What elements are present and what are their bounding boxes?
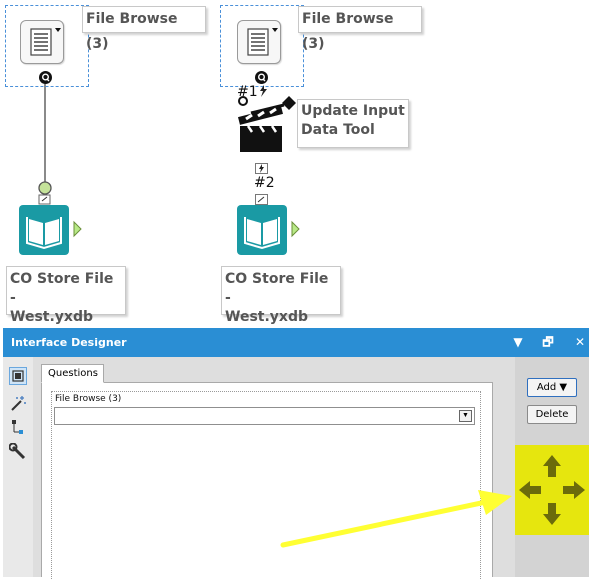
designer-content-area: Questions File Browse (3) ▼ bbox=[33, 357, 515, 579]
annotation-update-input-data: Update Input Data Tool bbox=[297, 99, 409, 148]
chevron-down-icon[interactable]: ▼ bbox=[459, 410, 472, 422]
add-button[interactable]: Add ▼ bbox=[527, 378, 577, 397]
wrench-icon[interactable] bbox=[8, 442, 27, 461]
move-arrows-icon bbox=[519, 455, 585, 525]
file-browse-tool-left[interactable] bbox=[20, 20, 64, 64]
question-anchor-icon[interactable] bbox=[38, 70, 53, 85]
move-cursor-highlight bbox=[515, 445, 589, 535]
question-frame: File Browse (3) ▼ bbox=[51, 391, 481, 579]
panel-menu-icon[interactable]: ▼ bbox=[509, 328, 527, 357]
layout-view-icon[interactable] bbox=[9, 367, 27, 385]
annotation-line-2: Data Tool bbox=[301, 122, 375, 138]
question-anchor-icon[interactable] bbox=[254, 70, 269, 85]
annotation-file-browse-right: File Browse (3) bbox=[298, 6, 422, 52]
output-data-tool-right[interactable] bbox=[237, 205, 309, 255]
interface-designer-panel: Interface Designer ▼ 🗗 ✕ Questions File … bbox=[3, 328, 589, 579]
annotation-line-2: West.yxdb bbox=[225, 309, 308, 325]
annotation-line-1: Update Input bbox=[301, 103, 405, 119]
connection-tag-2: #2 bbox=[254, 175, 275, 191]
input-connector-icon bbox=[255, 194, 268, 205]
document-icon bbox=[30, 28, 61, 56]
panel-title: Interface Designer bbox=[11, 336, 127, 349]
designer-view-toolbar bbox=[3, 357, 33, 577]
designer-button-column: Add ▼ Delete bbox=[515, 357, 589, 577]
annotation-line-1: CO Store File - bbox=[10, 271, 114, 306]
tab-questions[interactable]: Questions bbox=[41, 364, 104, 383]
document-icon bbox=[247, 28, 278, 56]
annotation-line-2: West.yxdb bbox=[10, 309, 93, 325]
panel-close-icon[interactable]: ✕ bbox=[571, 328, 589, 357]
panel-titlebar[interactable]: Interface Designer ▼ 🗗 ✕ bbox=[3, 328, 589, 357]
tree-view-icon[interactable] bbox=[9, 419, 27, 437]
input-anchor-icon[interactable] bbox=[36, 180, 56, 205]
action-tool-clapperboard-icon[interactable] bbox=[236, 96, 298, 156]
annotation-output-left: CO Store File - West.yxdb bbox=[6, 266, 126, 325]
file-browse-input[interactable]: ▼ bbox=[54, 407, 475, 425]
annotation-output-right: CO Store File - West.yxdb bbox=[221, 266, 341, 325]
panel-restore-icon[interactable]: 🗗 bbox=[539, 328, 557, 357]
questions-tab-page: File Browse (3) ▼ bbox=[41, 382, 493, 579]
file-browse-tool-right[interactable] bbox=[237, 20, 281, 64]
annotation-file-browse-left: File Browse (3) bbox=[82, 6, 206, 52]
annotation-line-1: CO Store File - bbox=[225, 271, 329, 306]
delete-button[interactable]: Delete bbox=[527, 405, 577, 424]
output-data-tool-left[interactable] bbox=[19, 205, 91, 255]
magic-wand-icon[interactable] bbox=[9, 395, 27, 413]
question-label: File Browse (3) bbox=[55, 394, 122, 404]
workflow-canvas[interactable]: File Browse (3) CO Store File - West.yxd… bbox=[0, 0, 589, 326]
action-connector-icon bbox=[255, 163, 268, 174]
